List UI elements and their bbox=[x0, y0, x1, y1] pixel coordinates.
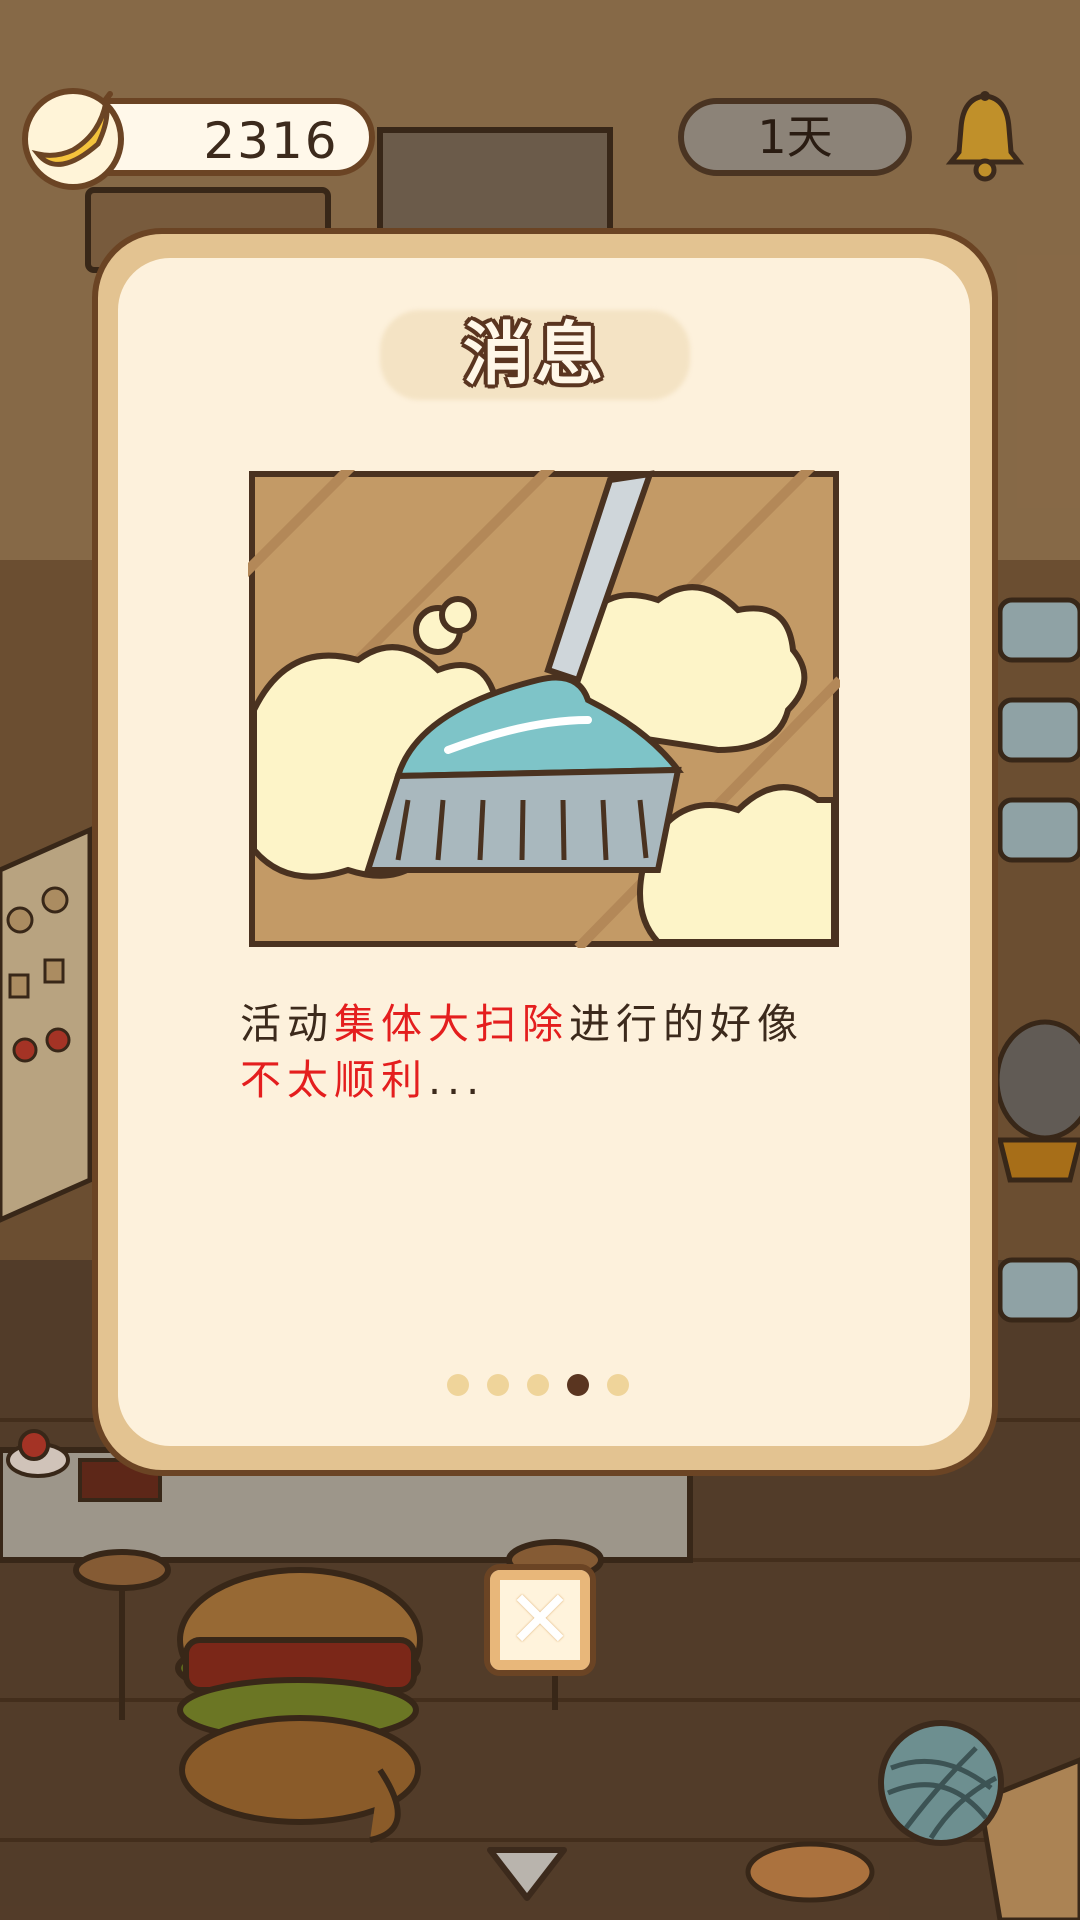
page-dot[interactable] bbox=[487, 1374, 509, 1396]
message-text: 活动 bbox=[240, 1000, 334, 1048]
yarn-ball-icon[interactable] bbox=[876, 1718, 1006, 1848]
message-text: 进行的好像 bbox=[569, 1000, 804, 1048]
dialog-message: 活动集体大扫除进行的好像不太顺利... bbox=[240, 996, 860, 1108]
page-dot[interactable] bbox=[527, 1374, 549, 1396]
page-dot[interactable] bbox=[607, 1374, 629, 1396]
page-dot[interactable] bbox=[447, 1374, 469, 1396]
banana-count: 2316 bbox=[203, 112, 339, 170]
bell-icon[interactable] bbox=[945, 88, 1025, 184]
day-counter: 1天 bbox=[678, 98, 912, 176]
chevron-down-icon[interactable] bbox=[484, 1844, 570, 1904]
dialog-title: 消息 bbox=[462, 316, 607, 395]
broom-illustration bbox=[248, 470, 840, 948]
message-ellipsis: ... bbox=[428, 1056, 486, 1104]
close-icon: ✕ bbox=[506, 1573, 574, 1666]
page-dot-active[interactable] bbox=[567, 1374, 589, 1396]
banana-icon bbox=[22, 88, 124, 190]
message-highlight-status: 不太顺利 bbox=[240, 1056, 428, 1104]
message-highlight-event: 集体大扫除 bbox=[334, 1000, 569, 1048]
close-button[interactable]: ✕ bbox=[484, 1564, 596, 1676]
page-indicator bbox=[447, 1374, 629, 1400]
